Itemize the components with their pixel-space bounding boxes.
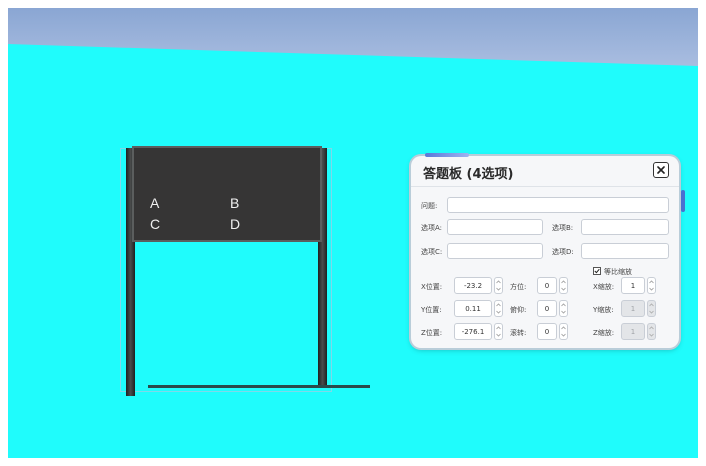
x-scale-input[interactable]: 1 [621, 277, 645, 294]
option-b-label: 选项B: [552, 224, 574, 232]
checkmark-icon [594, 268, 600, 274]
pitch-spinner[interactable] [559, 300, 568, 317]
y-position-spinner[interactable] [494, 300, 503, 317]
spinner-arrows-icon [649, 303, 654, 314]
spinner-arrows-icon [649, 280, 654, 291]
roll-spinner[interactable] [559, 323, 568, 340]
y-scale-spinner [647, 300, 656, 317]
board-letter-c: C [150, 216, 161, 232]
x-position-label: X位置: [421, 283, 443, 291]
z-scale-spinner [647, 323, 656, 340]
yaw-input[interactable]: 0 [537, 277, 557, 294]
dialog-edge-decoration [681, 190, 685, 212]
sky-gradient [8, 8, 698, 66]
z-position-label: Z位置: [421, 329, 443, 337]
y-scale-input: 1 [621, 300, 645, 317]
option-c-label: 选项C: [421, 248, 443, 256]
dialog-header[interactable]: 答题板 (4选项) [411, 156, 679, 187]
board-letter-a: A [150, 195, 160, 211]
question-label: 问题: [421, 202, 438, 210]
spinner-arrows-icon [496, 303, 501, 314]
option-b-input[interactable] [581, 219, 669, 235]
spinner-arrows-icon [561, 326, 566, 337]
3d-viewport[interactable]: A B C D 答题板 (4选项) 问题: 选项A: 选项B: 选项C: 选项D… [8, 8, 698, 458]
y-position-input[interactable]: 0.11 [454, 300, 492, 317]
y-scale-label: Y缩放: [593, 306, 614, 314]
option-c-input[interactable] [447, 243, 543, 259]
option-a-label: 选项A: [421, 224, 443, 232]
x-position-spinner[interactable] [494, 277, 503, 294]
option-d-label: 选项D: [552, 248, 574, 256]
answer-board-panel[interactable]: A B C D [132, 146, 322, 242]
x-scale-spinner[interactable] [647, 277, 656, 294]
uniform-scale-label: 等比缩放 [604, 268, 632, 276]
board-letter-b: B [230, 195, 240, 211]
spinner-arrows-icon [496, 280, 501, 291]
yaw-label: 方位: [510, 283, 527, 291]
answer-board-dialog: 答题板 (4选项) 问题: 选项A: 选项B: 选项C: 选项D: 等比缩放 X… [411, 153, 685, 348]
close-x-icon [657, 166, 665, 174]
pitch-label: 俯仰: [510, 306, 527, 314]
option-a-input[interactable] [447, 219, 543, 235]
z-scale-label: Z缩放: [593, 329, 615, 337]
y-position-label: Y位置: [421, 306, 442, 314]
board-letter-d: D [230, 216, 241, 232]
spinner-arrows-icon [561, 303, 566, 314]
z-position-spinner[interactable] [494, 323, 503, 340]
board-base-bar [148, 385, 370, 388]
question-input[interactable] [447, 197, 669, 213]
z-scale-input: 1 [621, 323, 645, 340]
option-d-input[interactable] [581, 243, 669, 259]
x-scale-label: X缩放: [593, 283, 615, 291]
dialog-title: 答题板 (4选项) [423, 167, 514, 182]
spinner-arrows-icon [649, 326, 654, 337]
close-button[interactable] [653, 162, 669, 178]
x-position-input[interactable]: -23.2 [454, 277, 492, 294]
pitch-input[interactable]: 0 [537, 300, 557, 317]
roll-label: 滚转: [510, 329, 527, 337]
spinner-arrows-icon [496, 326, 501, 337]
roll-input[interactable]: 0 [537, 323, 557, 340]
uniform-scale-checkbox[interactable] [593, 267, 601, 275]
yaw-spinner[interactable] [559, 277, 568, 294]
z-position-input[interactable]: -276.1 [454, 323, 492, 340]
spinner-arrows-icon [561, 280, 566, 291]
